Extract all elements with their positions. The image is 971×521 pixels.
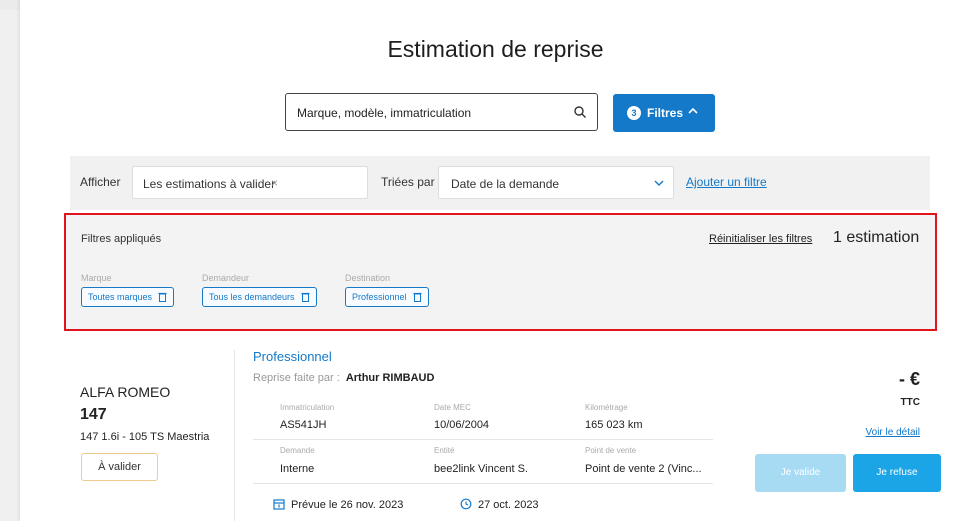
show-filter-field[interactable]: Les estimations à valider × [132, 166, 368, 199]
filter-group-label: Destination [345, 273, 391, 283]
pdv-value: Point de vente 2 (Vinc... [585, 463, 702, 475]
filter-bar: Afficher Les estimations à valider × Tri… [70, 156, 930, 210]
filter-group-label: Demandeur [202, 273, 250, 283]
row-divider [253, 483, 713, 484]
sort-label: Triées par [381, 175, 435, 189]
filter-chip-label: Professionnel [352, 292, 407, 302]
price-ttc-label: TTC [900, 397, 920, 408]
price-value: - € [898, 369, 920, 389]
filter-chip-label: Tous les demandeurs [209, 292, 295, 302]
page-container: Estimation de reprise Marque, modèle, im… [20, 0, 971, 521]
applied-filters-panel: Filtres appliqués Réinitialiser les filt… [64, 213, 937, 331]
refuse-button[interactable]: Je refuse [853, 454, 941, 492]
entite-value: bee2link Vincent S. [434, 463, 528, 475]
filter-group-label: Marque [81, 273, 112, 283]
created-date: 27 oct. 2023 [460, 498, 539, 511]
destination-label: Professionnel [253, 349, 332, 364]
trash-icon[interactable] [301, 292, 310, 302]
sort-select[interactable]: Date de la demande [438, 166, 674, 199]
trash-icon[interactable] [413, 292, 422, 302]
vehicle-version: 147 1.6i - 105 TS Maestria [80, 431, 210, 443]
filter-group-brand: Marque Toutes marques [81, 273, 175, 307]
chevron-down-icon [654, 180, 664, 186]
search-input-value: Marque, modèle, immatriculation [297, 106, 472, 120]
view-detail-link[interactable]: Voir le détail [866, 427, 920, 438]
filter-group-destination: Destination Professionnel [345, 273, 429, 307]
search-input[interactable]: Marque, modèle, immatriculation [285, 93, 598, 131]
reprise-label: Reprise faite par : [253, 372, 340, 384]
immat-value: AS541JH [280, 419, 327, 431]
applied-filters-title: Filtres appliqués [81, 233, 162, 245]
created-date-text: 27 oct. 2023 [478, 499, 539, 511]
filters-count-badge: 3 [627, 106, 641, 120]
card-divider [234, 350, 235, 521]
filter-chip-destination[interactable]: Professionnel [345, 287, 429, 307]
vehicle-model: 147 [80, 406, 107, 423]
show-label: Afficher [80, 175, 121, 189]
filters-button[interactable]: 3 Filtres [613, 94, 715, 132]
row-divider [253, 439, 713, 440]
chevron-up-icon [688, 107, 698, 114]
filter-group-requester: Demandeur Tous les demandeurs [202, 273, 317, 307]
km-value: 165 023 km [585, 419, 643, 431]
demande-label: Demande [280, 446, 315, 455]
filter-chip-requester[interactable]: Tous les demandeurs [202, 287, 317, 307]
result-count: 1 estimation [833, 229, 920, 246]
immat-label: Immatriculation [280, 403, 335, 412]
trash-icon[interactable] [158, 292, 167, 302]
add-filter-link[interactable]: Ajouter un filtre [686, 175, 767, 189]
filter-chip-label: Toutes marques [88, 292, 153, 302]
sort-select-value: Date de la demande [451, 177, 560, 191]
planned-date-text: Prévue le 26 nov. 2023 [291, 499, 404, 511]
filters-button-label: Filtres [647, 106, 684, 120]
estimate-card: ALFA ROMEO 147 147 1.6i - 105 TS Maestri… [60, 340, 941, 521]
validate-button[interactable]: Je valide [755, 454, 846, 492]
pdv-label: Point de vente [585, 446, 637, 455]
remove-tag-icon[interactable]: × [271, 176, 278, 190]
clock-icon [460, 498, 472, 510]
show-filter-tag: Les estimations à valider [143, 177, 276, 191]
vehicle-brand: ALFA ROMEO [80, 384, 171, 400]
demande-value: Interne [280, 463, 315, 475]
filter-chip-brand[interactable]: Toutes marques [81, 287, 175, 307]
km-label: Kilométrage [585, 403, 628, 412]
page-title: Estimation de reprise [387, 36, 604, 62]
status-badge: À valider [81, 453, 158, 481]
entite-label: Entité [434, 446, 455, 455]
calendar-icon [273, 499, 285, 510]
planned-date: Prévue le 26 nov. 2023 [273, 498, 403, 511]
mec-label: Date MEC [434, 403, 471, 412]
mec-value: 10/06/2004 [434, 419, 490, 431]
reprise-user: Arthur RIMBAUD [345, 372, 435, 384]
reset-filters-link[interactable]: Réinitialiser les filtres [709, 233, 812, 245]
reprise-info: Reprise faite par : Arthur RIMBAUD [253, 372, 434, 384]
search-icon[interactable] [573, 105, 587, 119]
